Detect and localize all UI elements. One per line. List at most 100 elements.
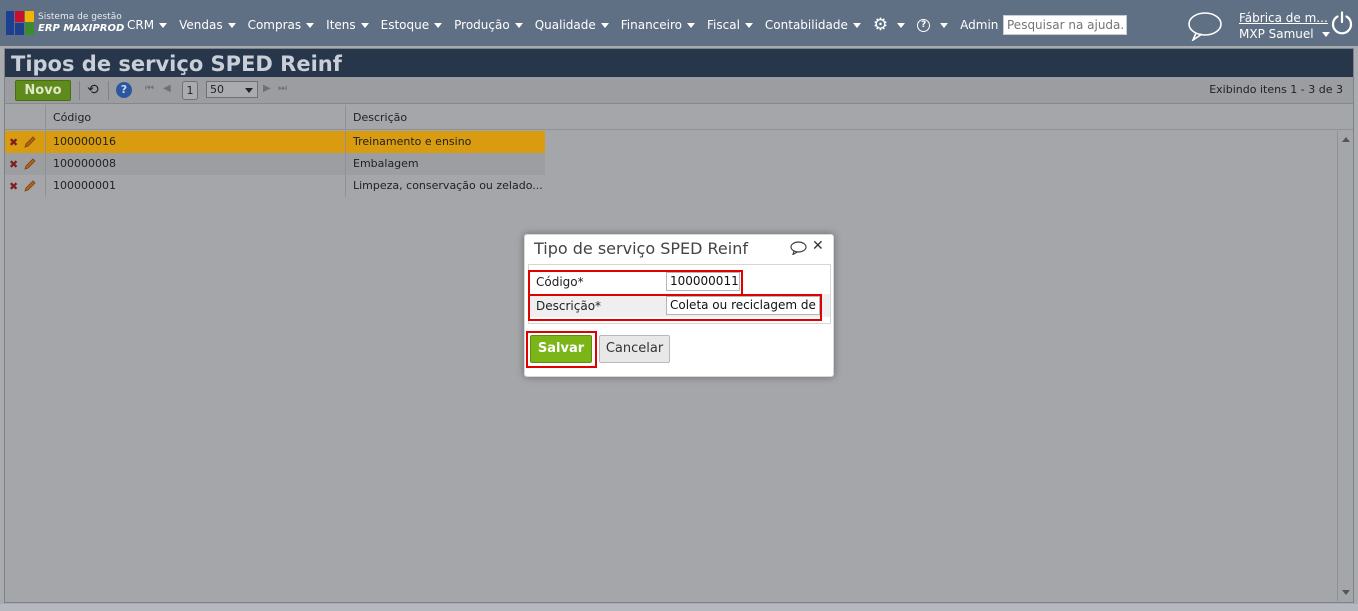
cell-codigo: 100000016 <box>45 131 345 153</box>
chevron-down-icon <box>600 22 609 28</box>
scroll-up-arrow-icon[interactable] <box>1342 137 1350 142</box>
previous-page-icon[interactable]: ◀ <box>163 83 171 94</box>
page-title: Tipos de serviço SPED Reinf <box>5 49 1353 77</box>
delete-icon[interactable]: ✖ <box>9 158 18 171</box>
menu-contabilidade-label: Contabilidade <box>764 18 848 32</box>
descricao-input[interactable]: Coleta ou reciclagem de lixo <box>666 296 820 315</box>
menu-crm[interactable]: CRM <box>127 18 168 32</box>
edit-pencil-icon[interactable] <box>23 179 37 193</box>
close-icon[interactable]: ✕ <box>812 238 824 254</box>
chevron-down-icon <box>1321 31 1330 37</box>
scroll-down-arrow-icon[interactable] <box>1342 590 1350 595</box>
toolbar-divider <box>108 81 109 100</box>
help-icon: ? <box>917 18 931 32</box>
brand-title: ERP MAXIPROD <box>38 23 125 34</box>
edit-pencil-icon[interactable] <box>23 157 37 171</box>
chevron-down-icon <box>227 22 236 28</box>
menu-vendas-label: Vendas <box>179 18 223 32</box>
page-footer <box>0 604 1358 611</box>
chevron-down-icon <box>852 22 861 28</box>
dialog-title: Tipo de serviço SPED Reinf <box>534 239 748 258</box>
service-type-dialog: Tipo de serviço SPED Reinf ✕ Código* 100… <box>524 234 834 377</box>
cell-descricao: Embalagem <box>345 153 545 175</box>
page-size-value: 50 <box>210 83 224 96</box>
account-name[interactable]: MXP Samuel <box>1239 26 1330 42</box>
edit-pencil-icon[interactable] <box>23 135 37 149</box>
comment-icon[interactable] <box>790 241 807 255</box>
company-name-link[interactable]: Fábrica de m... <box>1239 10 1330 26</box>
delete-icon[interactable]: ✖ <box>9 180 18 193</box>
page-size-select[interactable]: 50 <box>206 81 258 98</box>
refresh-icon[interactable]: ⟲ <box>87 82 99 98</box>
cell-codigo: 100000008 <box>45 153 345 175</box>
chevron-down-icon <box>940 22 949 28</box>
chevron-down-icon <box>306 22 315 28</box>
vertical-scrollbar[interactable] <box>1337 131 1353 601</box>
grid-toolbar: Novo ⟲ ? ⏮ ◀ 1 50 ▶ ⏭ Exibindo itens 1 -… <box>5 77 1353 104</box>
power-icon[interactable] <box>1330 11 1354 35</box>
table-row[interactable]: ✖ 100000016 Treinamento e ensino <box>5 131 545 153</box>
form-row-descricao: Descrição* Coleta ou reciclagem de lixo <box>529 294 830 317</box>
menu-financeiro-label: Financeiro <box>620 18 683 32</box>
actions-column-header <box>5 105 45 130</box>
first-page-icon[interactable]: ⏮ <box>145 83 154 94</box>
chevron-down-icon <box>245 88 253 93</box>
menu-settings[interactable]: ⚙ <box>872 15 906 35</box>
table-row[interactable]: ✖ 100000008 Embalagem <box>5 153 545 175</box>
menu-crm-label: CRM <box>127 18 155 32</box>
chevron-down-icon <box>360 22 369 28</box>
menu-estoque[interactable]: Estoque <box>381 18 443 32</box>
column-header-descricao[interactable]: Descrição <box>345 105 1335 130</box>
menu-producao[interactable]: Produção <box>454 18 523 32</box>
last-page-icon[interactable]: ⏭ <box>278 83 287 94</box>
new-button[interactable]: Novo <box>15 80 71 101</box>
page-number-input[interactable]: 1 <box>182 81 198 100</box>
help-search-input[interactable] <box>1003 15 1127 35</box>
chevron-down-icon <box>159 22 168 28</box>
grid-header: Código Descrição <box>5 105 1353 130</box>
menu-qualidade[interactable]: Qualidade <box>535 18 609 32</box>
cell-descricao: Treinamento e ensino <box>345 131 545 153</box>
menu-itens[interactable]: Itens <box>326 18 369 32</box>
next-page-icon[interactable]: ▶ <box>263 83 271 94</box>
column-header-codigo[interactable]: Código <box>45 105 345 130</box>
menu-help[interactable]: ? <box>917 18 949 32</box>
menu-vendas[interactable]: Vendas <box>179 18 236 32</box>
menu-compras[interactable]: Compras <box>248 18 315 32</box>
menu-compras-label: Compras <box>247 18 302 32</box>
codigo-input[interactable]: 100000011 <box>666 272 740 291</box>
chevron-down-icon <box>514 22 523 28</box>
table-row[interactable]: ✖ 100000001 Limpeza, conservação ou zela… <box>5 175 545 197</box>
cell-descricao: Limpeza, conservação ou zelado... <box>345 175 545 197</box>
main-menu: CRM Vendas Compras Itens Estoque Produçã… <box>127 15 1079 35</box>
menu-contabilidade[interactable]: Contabilidade <box>765 18 861 32</box>
delete-icon[interactable]: ✖ <box>9 136 18 149</box>
toolbar-divider <box>79 81 80 100</box>
items-count-label: Exibindo itens 1 - 3 de 3 <box>1209 83 1343 96</box>
cancel-button[interactable]: Cancelar <box>599 335 670 363</box>
row-actions: ✖ <box>5 175 45 197</box>
menu-fiscal[interactable]: Fiscal <box>707 18 753 32</box>
dialog-form: Código* 100000011 Descrição* Coleta ou r… <box>528 264 831 324</box>
row-actions: ✖ <box>5 131 45 153</box>
form-row-codigo: Código* 100000011 <box>529 270 830 293</box>
chevron-down-icon <box>744 22 753 28</box>
cell-codigo: 100000001 <box>45 175 345 197</box>
chat-icon[interactable] <box>1187 11 1223 41</box>
menu-financeiro[interactable]: Financeiro <box>620 18 696 32</box>
account-name-label: MXP Samuel <box>1239 27 1314 41</box>
help-icon[interactable]: ? <box>116 82 132 98</box>
menu-fiscal-label: Fiscal <box>707 18 740 32</box>
chevron-down-icon <box>897 22 906 28</box>
menu-itens-label: Itens <box>326 18 356 32</box>
gear-icon: ⚙ <box>872 15 889 35</box>
codigo-label: Código* <box>536 275 584 289</box>
save-button[interactable]: Salvar <box>530 335 592 363</box>
brand-subtitle: Sistema de gestão <box>38 12 122 22</box>
brand-name[interactable]: Sistema de gestão ERP MAXIPROD <box>38 11 124 35</box>
menu-estoque-label: Estoque <box>380 18 430 32</box>
company-account-switcher[interactable]: Fábrica de m... MXP Samuel <box>1239 10 1330 42</box>
row-actions: ✖ <box>5 153 45 175</box>
maxiprod-logo-icon[interactable] <box>6 11 34 35</box>
menu-qualidade-label: Qualidade <box>534 18 596 32</box>
